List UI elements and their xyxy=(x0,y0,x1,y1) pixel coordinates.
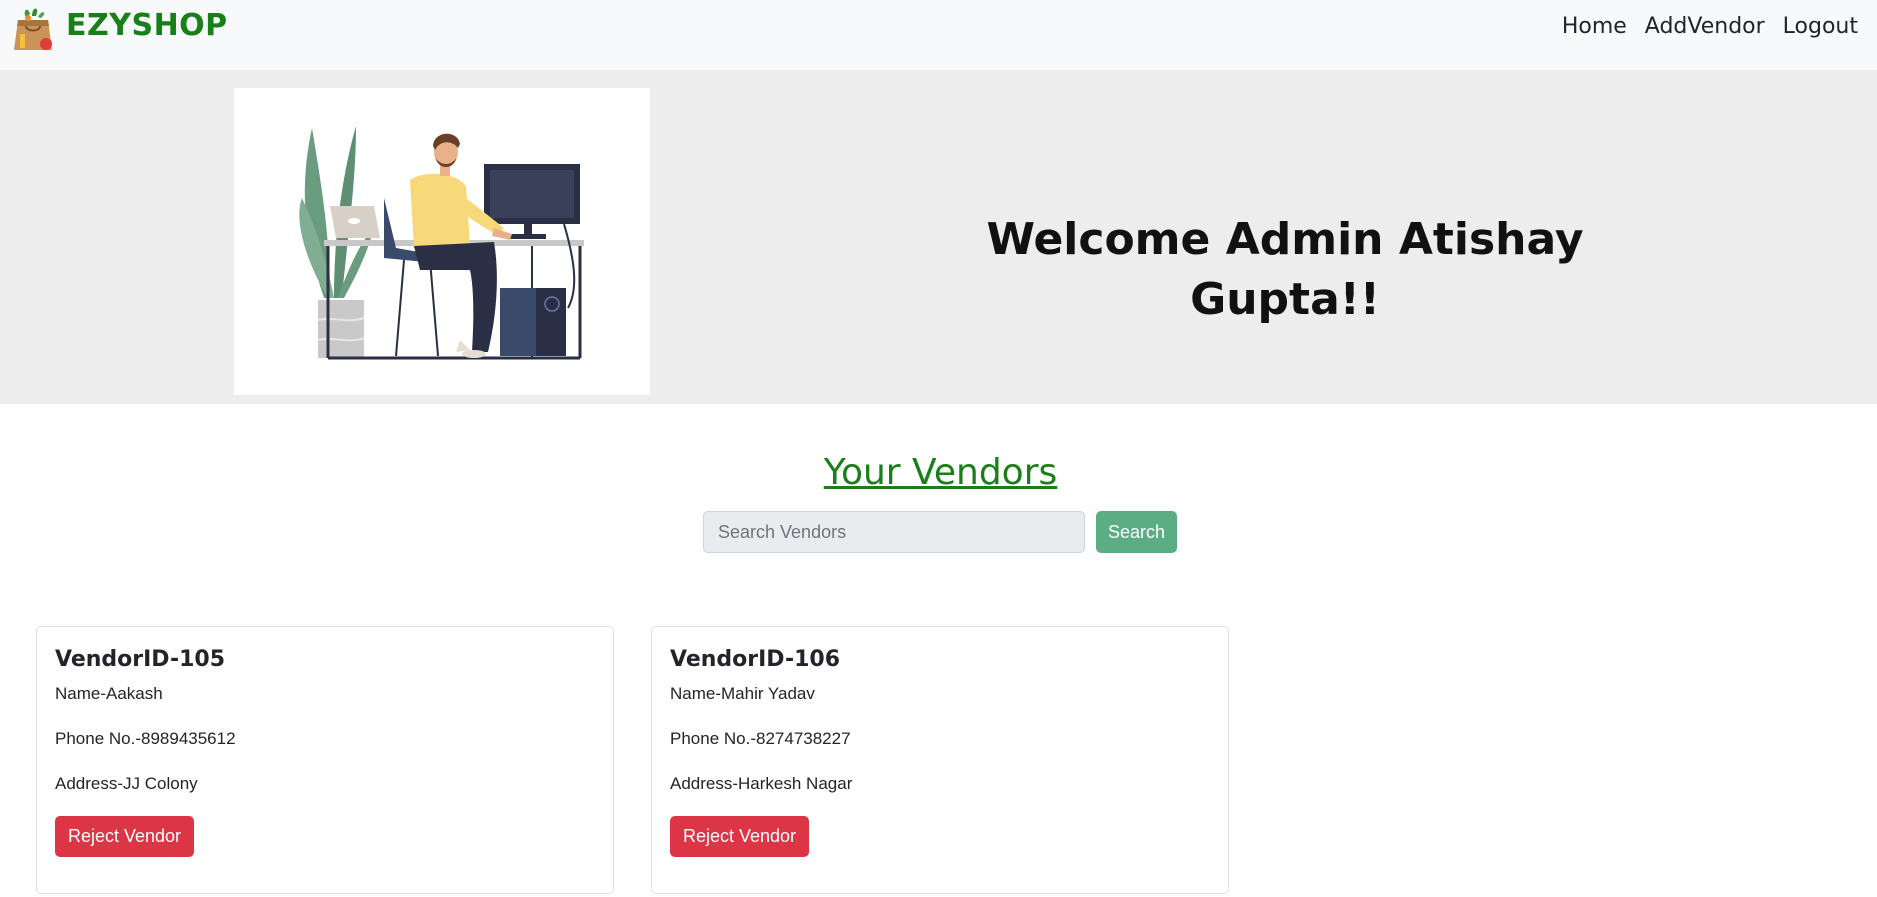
nav-logout-link[interactable]: Logout xyxy=(1774,12,1867,42)
vendor-name: Name-Mahir Yadav xyxy=(670,684,815,703)
vendor-id: VendorID-106 xyxy=(670,647,841,672)
vendor-card: VendorID-106 Name-Mahir Yadav Phone No.-… xyxy=(651,626,1229,894)
vendor-name: Name-Aakash xyxy=(55,684,163,703)
brand-name: EZYSHOP xyxy=(66,7,228,43)
brand[interactable]: EZYSHOP xyxy=(12,4,228,52)
vendor-id: VendorID-105 xyxy=(55,647,226,672)
person-at-computer-illustration xyxy=(299,126,584,360)
navbar: EZYSHOP Home AddVendor Logout xyxy=(0,0,1877,70)
nav-home-link[interactable]: Home xyxy=(1553,12,1636,42)
vendor-phone: Phone No.-8274738227 xyxy=(670,729,851,748)
search-vendors-input[interactable] xyxy=(703,511,1085,553)
search-button[interactable]: Search xyxy=(1096,511,1177,553)
nav-addvendor-link[interactable]: AddVendor xyxy=(1636,12,1774,42)
hero-illustration xyxy=(234,88,650,395)
nav-links: Home AddVendor Logout xyxy=(1553,12,1867,42)
reject-vendor-button[interactable]: Reject Vendor xyxy=(55,816,194,857)
vendor-card: VendorID-105 Name-Aakash Phone No.-89894… xyxy=(36,626,614,894)
grocery-bag-icon xyxy=(14,8,52,50)
vendors-section-title: Your Vendors xyxy=(823,452,1058,493)
vendor-phone: Phone No.-8989435612 xyxy=(55,729,236,748)
welcome-title: Welcome Admin Atishay Gupta!! xyxy=(986,214,1584,325)
hero-banner: Welcome Admin Atishay Gupta!! xyxy=(0,70,1877,404)
vendor-address: Address-JJ Colony xyxy=(55,774,198,793)
reject-vendor-button[interactable]: Reject Vendor xyxy=(670,816,809,857)
vendor-address: Address-Harkesh Nagar xyxy=(670,774,853,793)
